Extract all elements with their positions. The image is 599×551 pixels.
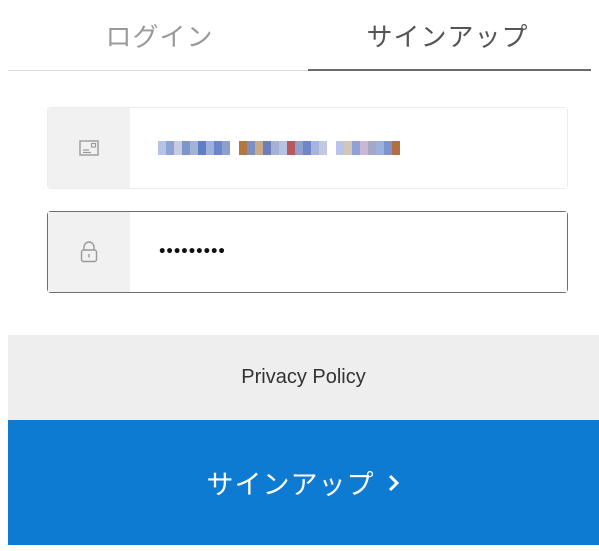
password-icon-box [48, 212, 130, 292]
email-value[interactable] [130, 108, 567, 188]
email-card-icon [79, 140, 99, 156]
signup-submit-button[interactable]: サインアップ [8, 420, 599, 545]
password-masked-value: ••••••••• [158, 244, 226, 260]
tab-signup[interactable]: サインアップ [298, 0, 597, 70]
redacted-email-text [158, 141, 400, 155]
password-field[interactable]: ••••••••• [47, 211, 568, 293]
active-tab-underline [308, 69, 591, 71]
auth-tabs: ログイン サインアップ [0, 0, 599, 72]
privacy-bar: Privacy Policy [8, 335, 599, 420]
lock-icon [80, 241, 98, 263]
email-field[interactable] [47, 107, 568, 189]
privacy-policy-link[interactable]: Privacy Policy [241, 366, 365, 389]
password-input[interactable]: ••••••••• [130, 212, 567, 292]
chevron-right-icon [387, 473, 401, 493]
email-icon-box [48, 108, 130, 188]
tab-login[interactable]: ログイン [10, 0, 309, 70]
signup-submit-label: サインアップ [206, 470, 375, 501]
